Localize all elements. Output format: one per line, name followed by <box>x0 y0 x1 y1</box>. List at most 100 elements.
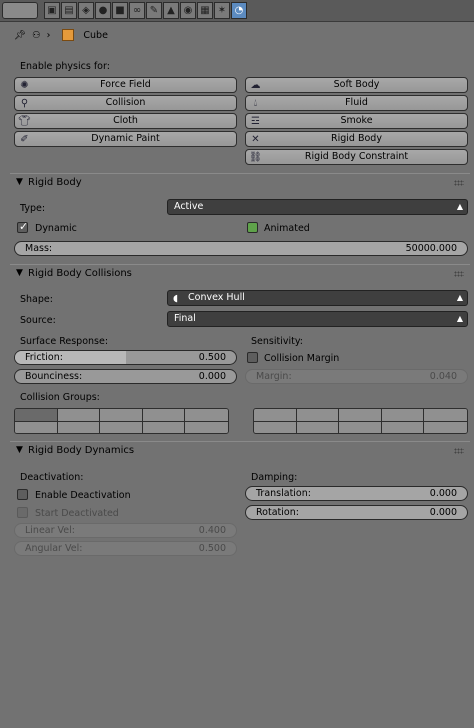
object-data-icon: ⚇ <box>32 29 41 41</box>
group-cell[interactable] <box>339 422 382 433</box>
source-label: Source: <box>20 315 56 326</box>
group-cell[interactable] <box>57 409 101 422</box>
rigid-body-panel-header[interactable]: ▼ Rigid Body <box>10 173 470 193</box>
animated-checkbox[interactable] <box>247 222 258 233</box>
object-name: Cube <box>83 29 108 41</box>
sensitivity-label: Sensitivity: <box>251 336 303 347</box>
object-tab-icon[interactable]: ■ <box>112 2 128 19</box>
particles-tab-icon[interactable]: ✶ <box>214 2 230 19</box>
layers-tab-icon[interactable]: ▤ <box>61 2 77 19</box>
drag-grip-icon[interactable] <box>454 448 464 454</box>
drag-grip-icon[interactable] <box>454 180 464 186</box>
rotation-label: Rotation: <box>256 507 299 518</box>
collision-button[interactable]: ⚲ Collision <box>14 95 237 111</box>
updown-arrows-icon: ▲ <box>456 202 463 211</box>
group-cell[interactable] <box>57 422 101 433</box>
material-tab-icon[interactable]: ◉ <box>180 2 196 19</box>
group-cell[interactable] <box>254 422 297 433</box>
physics-title: Enable physics for: <box>20 61 110 72</box>
source-dropdown[interactable]: Final ▲ <box>167 311 468 327</box>
dynamic-paint-button[interactable]: ✐ Dynamic Paint <box>14 131 237 147</box>
rotation-value: 0.000 <box>429 507 457 518</box>
updown-arrows-icon: ▲ <box>456 314 463 323</box>
group-cell[interactable] <box>424 422 467 433</box>
group-cell[interactable] <box>381 422 425 433</box>
texture-tab-icon[interactable]: ▦ <box>197 2 213 19</box>
shape-dropdown[interactable]: ◖ Convex Hull ▲ <box>167 290 468 306</box>
collision-groups-right <box>253 408 468 434</box>
mass-field[interactable]: Mass: 50000.000 <box>14 241 468 256</box>
data-tab-icon[interactable]: ▲ <box>163 2 179 19</box>
chevron-right-icon: › <box>46 29 51 41</box>
enable-deactivation-checkbox[interactable] <box>17 489 28 500</box>
friction-label: Friction: <box>25 352 63 363</box>
group-cell[interactable] <box>185 422 228 433</box>
link-icon: ⛓︎ <box>249 152 262 163</box>
scene-tab-icon[interactable]: ◈ <box>78 2 94 19</box>
dynamics-panel-header[interactable]: ▼ Rigid Body Dynamics <box>10 441 470 461</box>
group-cell[interactable] <box>15 422 58 433</box>
world-tab-icon[interactable]: ● <box>95 2 111 19</box>
group-cell[interactable] <box>296 409 340 422</box>
soft-body-button[interactable]: ☁ Soft Body <box>245 77 468 93</box>
collapse-triangle-icon: ▼ <box>16 268 23 278</box>
cloth-button[interactable]: 👕︎ Cloth <box>14 113 237 129</box>
drag-grip-icon[interactable] <box>454 271 464 277</box>
rigid-body-constraint-button[interactable]: ⛓︎ Rigid Body Constraint <box>245 149 468 165</box>
cube-icon <box>62 29 75 41</box>
brush-icon: ✐ <box>20 134 29 145</box>
modifiers-tab-icon[interactable]: ✎ <box>146 2 162 19</box>
translation-label: Translation: <box>256 488 311 499</box>
group-cell[interactable] <box>254 409 297 422</box>
fluid-button[interactable]: 💧︎ Fluid <box>245 95 468 111</box>
updown-arrows-icon: ▲ <box>456 293 463 302</box>
group-cell[interactable] <box>185 409 228 422</box>
linear-vel-field: Linear Vel: 0.400 <box>14 523 237 538</box>
panel-title: Rigid Body Dynamics <box>28 445 135 456</box>
friction-slider[interactable]: Friction: 0.500 <box>14 350 237 365</box>
group-cell[interactable] <box>381 409 425 422</box>
group-cell[interactable] <box>339 409 382 422</box>
bounciness-value: 0.000 <box>198 371 226 382</box>
start-deactivated-checkbox <box>17 507 28 518</box>
close-icon: ✕ <box>251 134 260 145</box>
type-dropdown[interactable]: Active ▲ <box>167 199 468 215</box>
group-cell[interactable] <box>142 409 186 422</box>
animated-label: Animated <box>264 223 310 234</box>
rotation-field[interactable]: Rotation: 0.000 <box>245 505 468 520</box>
group-cell[interactable] <box>100 422 143 433</box>
group-cell[interactable] <box>424 409 467 422</box>
physics-tab-icon[interactable]: ◔ <box>231 2 247 19</box>
constraints-tab-icon[interactable]: ∞ <box>129 2 145 19</box>
panel-title: Rigid Body <box>28 177 82 188</box>
panel-title: Rigid Body Collisions <box>28 268 132 279</box>
margin-field: Margin: 0.040 <box>245 369 468 384</box>
translation-field[interactable]: Translation: 0.000 <box>245 486 468 501</box>
breadcrumb: 📌︎ ⚇ › Cube <box>14 27 108 43</box>
group-cell[interactable] <box>100 409 143 422</box>
collision-groups-left <box>14 408 229 434</box>
cloth-icon: 👕︎ <box>18 116 31 127</box>
damping-label: Damping: <box>251 472 298 483</box>
soft-body-icon: ☁ <box>250 80 261 91</box>
smoke-button[interactable]: ☲ Smoke <box>245 113 468 129</box>
dynamic-label: Dynamic <box>35 223 77 234</box>
start-deactivated-label: Start Deactivated <box>35 508 119 519</box>
pin-icon[interactable]: 📌︎ <box>14 30 26 41</box>
context-tabs: ▣ ▤ ◈ ● ■ ∞ ✎ ▲ ◉ ▦ ✶ ◔ <box>44 2 248 20</box>
rigid-body-button[interactable]: ✕ Rigid Body <box>245 131 468 147</box>
collisions-panel-header[interactable]: ▼ Rigid Body Collisions <box>10 264 470 284</box>
surface-response-label: Surface Response: <box>20 336 109 347</box>
bounciness-slider[interactable]: Bounciness: 0.000 <box>14 369 237 384</box>
render-tab-icon[interactable]: ▣ <box>44 2 60 19</box>
droplet-icon: 💧︎ <box>253 98 258 109</box>
group-cell[interactable] <box>296 422 340 433</box>
force-field-icon: ✺ <box>20 80 29 91</box>
collision-margin-checkbox[interactable] <box>247 352 258 363</box>
group-cell[interactable] <box>142 422 186 433</box>
dynamic-checkbox[interactable] <box>17 220 28 233</box>
group-cell[interactable] <box>15 409 58 422</box>
editor-type-button[interactable] <box>2 2 38 19</box>
type-label: Type: <box>20 203 46 214</box>
force-field-button[interactable]: ✺ Force Field <box>14 77 237 93</box>
